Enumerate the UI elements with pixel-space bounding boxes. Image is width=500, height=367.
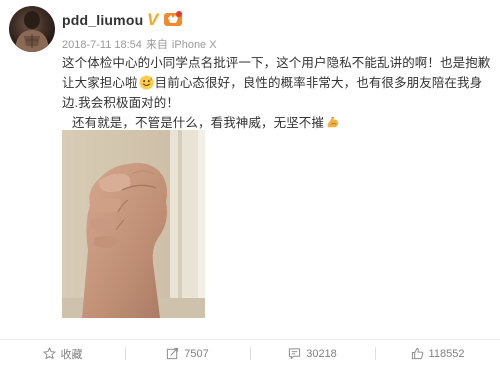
avatar[interactable] [9, 6, 55, 52]
repost-icon [167, 347, 179, 360]
post-content: 这个体检中心的小同学点名批评一下，这个用户隐私不能乱讲的啊！也是抱歉让大家担心啦… [62, 53, 496, 133]
source-device[interactable]: iPhone X [172, 39, 217, 51]
verified-badge-icon: V [147, 10, 160, 28]
post-image-fist[interactable] [62, 130, 205, 318]
source-prefix: 来自 [145, 39, 168, 51]
star-icon [42, 347, 56, 360]
like-button[interactable]: 118552 [375, 340, 500, 367]
post-meta: 2018-7-11 18:54 来自 iPhone X [62, 36, 221, 52]
post-text-segment: 大家担心啦 [74, 76, 138, 90]
comment-button[interactable]: 30218 [250, 340, 375, 367]
like-count: 118552 [428, 347, 465, 360]
sweat-smile-icon [139, 75, 154, 90]
post-text-segment: 积极面对的！ [103, 96, 179, 110]
flexed-biceps-icon [327, 116, 339, 128]
post-text-segment: 还有就是，不管是什么，看我神威，无坚不摧 [72, 116, 325, 130]
post-date[interactable]: 2018-7-11 18:54 [62, 39, 142, 51]
username[interactable]: pdd_liumou [62, 12, 143, 28]
comment-count: 30218 [306, 347, 337, 360]
post-text-paragraph-1: 这个体检中心的小同学点名批评一下，这个用户隐私不能乱讲的啊！也是抱歉让大家担心啦… [62, 53, 496, 113]
favorite-label: 收藏 [60, 348, 83, 361]
vip-member-icon[interactable] [163, 10, 183, 28]
repost-count: 7507 [184, 347, 209, 360]
svg-text:V: V [147, 10, 160, 28]
repost-button[interactable]: 7507 [125, 340, 250, 367]
favorite-button[interactable]: 收藏 [0, 340, 125, 367]
comment-icon [289, 348, 301, 360]
thumbs-up-icon [411, 347, 423, 360]
weibo-post: pdd_liumou V 2018-7-11 18:54 来自 iPhone X 这… [0, 0, 500, 367]
action-bar: 收藏 7507 30218 118552 [0, 340, 500, 367]
